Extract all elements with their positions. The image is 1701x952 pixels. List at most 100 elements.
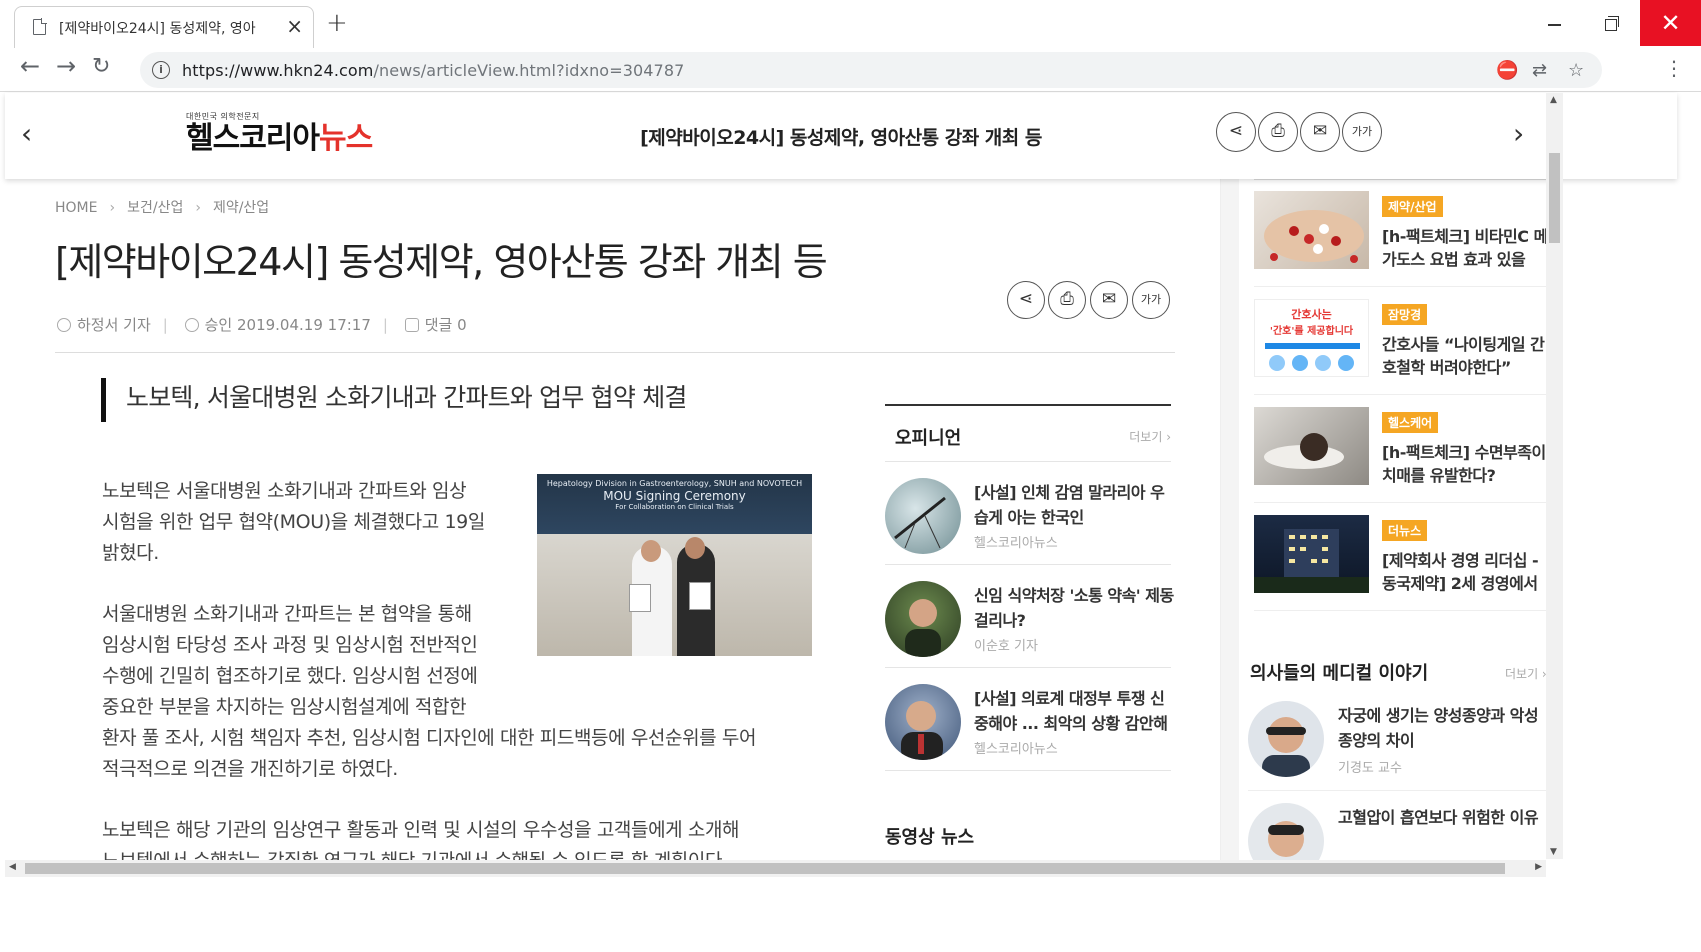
pills-image [1264,210,1364,263]
photo-document [689,582,711,610]
browser-toolbar: ← → ↻ i https://www.hkn24.com/news/artic… [0,48,1701,92]
category-badge[interactable]: 제약/산업 [1382,196,1443,217]
opinion-more-link[interactable]: 더보기 › [1129,428,1171,445]
opinion-item[interactable]: [사설] 인체 감염 말라리아 우습게 아는 한국인 헬스코리아뉴스 [885,462,1171,565]
breadcrumb-separator: › [109,200,116,216]
translate-icon[interactable]: ⇄ [1532,60,1547,81]
tab-close-icon[interactable]: × [286,14,303,38]
user-icon [57,318,71,332]
building-image [1254,529,1369,593]
scroll-left-arrow-icon[interactable]: ◀ [9,862,16,872]
comment-icon [404,318,419,332]
opinion-header: 오피니언 더보기 › [885,406,1171,462]
sidebar-news-item[interactable]: 헬스케어 [h-팩트체크] 수면부족이 치매를 유발한다? [1254,395,1554,503]
email-icon[interactable]: ✉ [1300,112,1340,152]
breadcrumb-subsection[interactable]: 제약/산업 [213,200,269,216]
category-badge[interactable]: 더뉴스 [1382,520,1428,541]
news-title-line: 가도스 요법 효과 있을 [1382,250,1526,269]
opinion-thumbnail [885,478,961,554]
opinion-section: 오피니언 더보기 › [사설] 인체 감염 말라리아 우습게 아는 한국인 헬스… [885,404,1174,771]
window-bottom [0,877,1701,952]
news-thumbnail [1254,407,1369,485]
news-title[interactable]: [h-팩트체크] 수면부족이 치매를 유발한다? [1382,441,1557,487]
horizontal-scroll-thumb[interactable] [25,863,1505,874]
print-icon[interactable]: ⎙ [1258,112,1298,152]
menu-dots-icon[interactable]: ⋮ [1664,56,1684,80]
opinion-byline: 이순호 기자 [974,639,1038,654]
article-print-icon[interactable]: ⎙ [1048,281,1086,319]
photo-person-head [685,537,705,559]
text-line: 노보텍은 해당 기관의 임상연구 활동과 인력 및 시설의 우수성을 고객들에게… [102,819,740,841]
person-photo [905,599,941,657]
photo-person-head [641,540,661,562]
back-arrow-icon[interactable]: ← [20,52,40,80]
scroll-right-arrow-icon[interactable]: ▶ [1535,862,1542,872]
divider [55,352,1175,353]
doctor-thumbnail [1248,701,1324,777]
article-font-size-button[interactable]: 가가 [1132,281,1170,319]
opinion-heading: 오피니언 [895,428,962,449]
category-badge[interactable]: 헬스케어 [1382,412,1439,433]
page-content: HOME › 보건/산업 › 제약/산업 [제약바이오24시] 동성제약, 영아산통 강… [5,179,1677,934]
article-share-icon[interactable]: ⋖ [1007,281,1045,319]
text-line: 환자 풀 조사, 시험 책임자 추천, 임상시험 디자인에 대한 피드백등에 우… [102,727,757,749]
news-title[interactable]: 간호사들 “나이팅게일 간 호철학 버려야한다” [1382,333,1557,379]
sidebar-news-item[interactable]: 더뉴스 [제약회사 경영 리더십 - 동국제약] 2세 경영에서 [1254,503,1554,611]
minimize-button[interactable] [1540,10,1570,38]
new-tab-button[interactable]: + [326,8,348,38]
forward-arrow-icon[interactable]: → [56,52,76,80]
medical-title[interactable]: 고혈압이 흡연보다 위험한 이유 [1338,805,1543,830]
medical-more-link[interactable]: 더보기 › [1505,665,1547,682]
sidebar-news-item[interactable]: 제약/산업 [h-팩트체크] 비타민C 메 가도스 요법 효과 있을 [1254,179,1554,287]
next-article-chevron-icon[interactable]: › [1513,117,1524,150]
block-cookie-icon[interactable]: ⛔ [1496,60,1518,81]
medical-item[interactable]: 자궁에 생기는 양성종양과 악성종양의 차이 기경도 교수 [1248,693,1548,791]
news-thumbnail [1254,191,1369,269]
article-email-icon[interactable]: ✉ [1090,281,1128,319]
vertical-scrollbar[interactable]: ▲ ▼ [1546,93,1563,859]
text-line: 수행에 긴밀히 협조하기로 했다. 임상시험 선정에 [102,665,478,687]
opinion-thumbnail [885,684,961,760]
sidebar-news-item[interactable]: 간호사는 '간호'를 제공합니다 잠망경 간호사들 “나이팅게일 간 호철학 버려… [1254,287,1554,395]
url-path: /news/articleView.html?idxno=304787 [373,61,685,80]
photo-banner: Hepatology Division in Gastroenterology,… [537,474,812,534]
vertical-scroll-thumb[interactable] [1549,153,1560,243]
opinion-thumbnail [885,581,961,657]
news-title-line: 동국제약] 2세 경영에서 [1382,574,1538,593]
reload-icon[interactable]: ↻ [92,54,110,79]
close-window-button[interactable]: ✕ [1640,0,1701,46]
url-text[interactable]: https://www.hkn24.com/news/articleView.h… [182,61,684,80]
category-badge[interactable]: 잠망경 [1382,304,1428,325]
share-icon[interactable]: ⋖ [1216,112,1256,152]
scroll-up-arrow-icon[interactable]: ▲ [1550,95,1557,105]
horizontal-scrollbar[interactable]: ◀ ▶ [5,860,1546,877]
article-subtitle: 노보텍, 서울대병원 소화기내과 간파트와 업무 협약 체결 [101,378,687,422]
bookmark-star-icon[interactable]: ☆ [1568,60,1584,81]
document-icon [33,18,47,35]
tab-strip: [제약바이오24시] 동성제약, 영아 × + ✕ [0,0,1701,48]
author[interactable]: 하정서 기자 [77,316,151,334]
medical-title[interactable]: 자궁에 생기는 양성종양과 악성종양의 차이 [1338,703,1543,753]
article-photo[interactable]: Hepatology Division in Gastroenterology,… [537,474,812,656]
text-line: 중요한 부분을 차지하는 임상시험설계에 적합한 [102,696,467,718]
address-bar[interactable]: i https://www.hkn24.com/news/articleView… [140,52,1602,88]
opinion-title[interactable]: 신임 식약처장 '소통 약속' 제동걸리나? [974,583,1174,633]
info-icon[interactable]: i [152,61,170,79]
restore-button[interactable] [1596,10,1626,38]
article-meta: 하정서 기자 | 승인 2019.04.19 17:17 | 댓글 0 [57,314,467,335]
comment-count[interactable]: 댓글 0 [425,316,467,334]
opinion-byline: 헬스코리아뉴스 [974,742,1058,757]
scroll-down-arrow-icon[interactable]: ▼ [1550,847,1557,857]
font-size-button[interactable]: 가가 [1342,112,1382,152]
breadcrumb-section[interactable]: 보건/산업 [127,200,183,216]
approved-date: 승인 2019.04.19 17:17 [204,316,371,334]
news-title[interactable]: [h-팩트체크] 비타민C 메 가도스 요법 효과 있을 [1382,225,1557,271]
opinion-byline: 헬스코리아뉴스 [974,536,1058,551]
opinion-item[interactable]: 신임 식약처장 '소통 약속' 제동걸리나? 이순호 기자 [885,565,1174,668]
opinion-title[interactable]: [사설] 인체 감염 말라리아 우습게 아는 한국인 [974,480,1174,530]
opinion-title[interactable]: [사설] 의료계 대정부 투쟁 신중해야 ... 최악의 상황 감안해 [974,686,1174,736]
opinion-item[interactable]: [사설] 의료계 대정부 투쟁 신중해야 ... 최악의 상황 감안해 헬스코리… [885,668,1171,771]
breadcrumb-home[interactable]: HOME [55,200,97,216]
news-title[interactable]: [제약회사 경영 리더십 - 동국제약] 2세 경영에서 [1382,549,1557,595]
browser-tab[interactable]: [제약바이오24시] 동성제약, 영아 × [14,6,314,48]
